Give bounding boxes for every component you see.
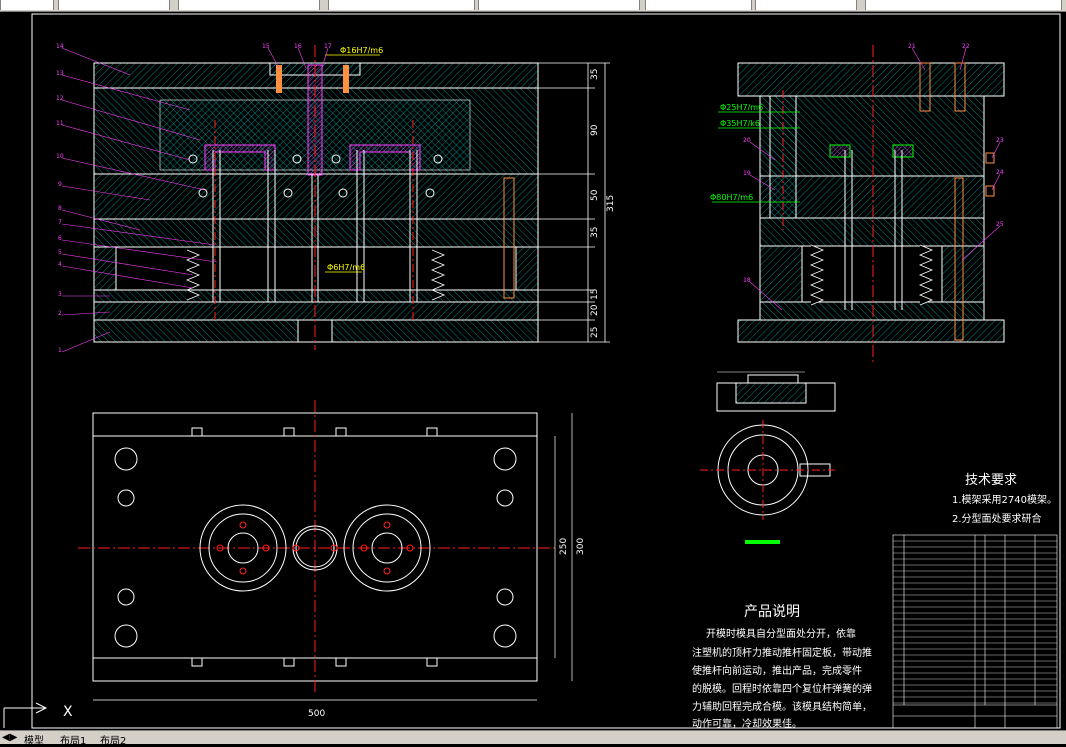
dim-label: 20	[590, 304, 600, 316]
part-balloon: 3	[58, 291, 62, 298]
title-block	[892, 534, 1058, 729]
part-balloon: 16	[294, 43, 302, 50]
dim-label: 25	[590, 327, 600, 338]
part-balloon: 8	[58, 205, 62, 212]
part-balloon: 10	[56, 153, 64, 160]
product-description: 产品说明 开模时模具自分型面处分开，依靠 注塑机的顶杆力推动推杆固定板，带动推 …	[692, 604, 872, 730]
drawing-canvas[interactable]: 35 90 50 35 15 20 25 315 Φ16H7/m6 Φ6H7/m…	[0, 12, 1066, 730]
product-desc-line: 力辅助回程完成合模。该模具结构简单，	[692, 700, 872, 713]
part-balloon: 22	[962, 43, 970, 50]
toolbar-field[interactable]	[478, 0, 640, 10]
dim-label: 500	[308, 709, 325, 719]
part-balloon: 18	[743, 277, 751, 284]
part-balloon: 4	[58, 261, 62, 268]
product-desc-line: 使推杆向前运动，推出产品，完成零件	[692, 664, 862, 677]
fit-label: Φ35H7/k6	[720, 119, 760, 128]
tech-req-item: 2.分型面处要求研合	[952, 512, 1042, 525]
dim-label: 90	[590, 124, 600, 136]
part-balloon: 2	[58, 310, 62, 317]
part-balloon: 11	[56, 120, 64, 127]
dim-label: 315	[606, 195, 616, 212]
product-desc-title: 产品说明	[744, 604, 800, 620]
detail-view	[700, 371, 836, 544]
part-balloon: 23	[996, 137, 1004, 144]
nav-arrow-icon[interactable]: ◀▶	[2, 732, 17, 743]
part-balloon: 24	[996, 169, 1004, 176]
tab-layout-1[interactable]: 布局1	[60, 732, 86, 747]
tab-model[interactable]: 模型	[24, 732, 44, 747]
toolbar-field[interactable]	[178, 0, 320, 10]
part-balloon: 20	[743, 137, 751, 144]
dim-label: 35	[590, 69, 600, 80]
ucs-icon	[3, 702, 48, 728]
dim-label: 15	[590, 289, 600, 300]
ucs-x-label: X	[63, 704, 73, 720]
dim-label: 50	[590, 189, 600, 201]
fit-label: Φ16H7/m6	[340, 46, 383, 55]
fit-label: Φ6H7/m6	[327, 263, 365, 272]
dim-label: 300	[576, 538, 586, 555]
toolbar-field[interactable]	[865, 0, 1062, 10]
toolbar-field[interactable]	[328, 0, 475, 10]
dim-label: 35	[590, 227, 600, 238]
part-balloon: 12	[56, 95, 64, 102]
tech-req-title: 技术要求	[965, 473, 1017, 488]
product-desc-line: 注塑机的顶杆力推动推杆固定板，带动推	[692, 646, 872, 659]
part-balloon: 21	[908, 43, 916, 50]
dim-label: 250	[559, 538, 569, 555]
toolbar-field[interactable]	[645, 0, 752, 10]
side-section-view: Φ25H7/m6 Φ35H7/k6 Φ80H7/m6 21 22 20 19 2…	[710, 43, 1005, 362]
fit-label: Φ80H7/m6	[710, 193, 753, 202]
toolbar-field[interactable]	[755, 0, 857, 10]
part-balloon: 15	[262, 43, 270, 50]
front-section-view: 35 90 50 35 15 20 25 315 Φ16H7/m6 Φ6H7/m…	[56, 43, 616, 354]
product-desc-line: 动作可靠，冷却效果佳。	[692, 717, 802, 730]
plan-view: 500 250 300	[78, 400, 586, 719]
toolbar-field[interactable]	[58, 0, 170, 10]
part-balloon: 19	[743, 170, 751, 177]
fit-label: Φ25H7/m6	[720, 103, 763, 112]
part-balloon: 6	[58, 235, 62, 242]
product-desc-line: 的脱模。回程时依靠四个复位杆弹簧的弹	[692, 682, 872, 695]
technical-requirements: 技术要求 1.模架采用2740模架。 2.分型面处要求研合	[952, 473, 1057, 525]
tab-layout-2[interactable]: 布局2	[100, 732, 126, 747]
product-desc-line: 开模时模具自分型面处分开，依靠	[706, 627, 856, 640]
part-balloon: 5	[58, 249, 62, 256]
part-balloon: 1	[58, 347, 62, 354]
part-balloon: 9	[58, 181, 62, 188]
part-balloon: 13	[56, 70, 64, 77]
toolbar-field[interactable]	[0, 0, 54, 10]
part-balloon: 25	[996, 221, 1004, 228]
part-balloon: 7	[58, 219, 62, 226]
part-balloon: 14	[56, 43, 64, 50]
layout-tabs: ◀▶ 模型 布局1 布局2	[0, 730, 1066, 747]
toolbar	[0, 0, 1066, 12]
part-balloon: 17	[324, 43, 332, 50]
tech-req-item: 1.模架采用2740模架。	[952, 494, 1057, 506]
